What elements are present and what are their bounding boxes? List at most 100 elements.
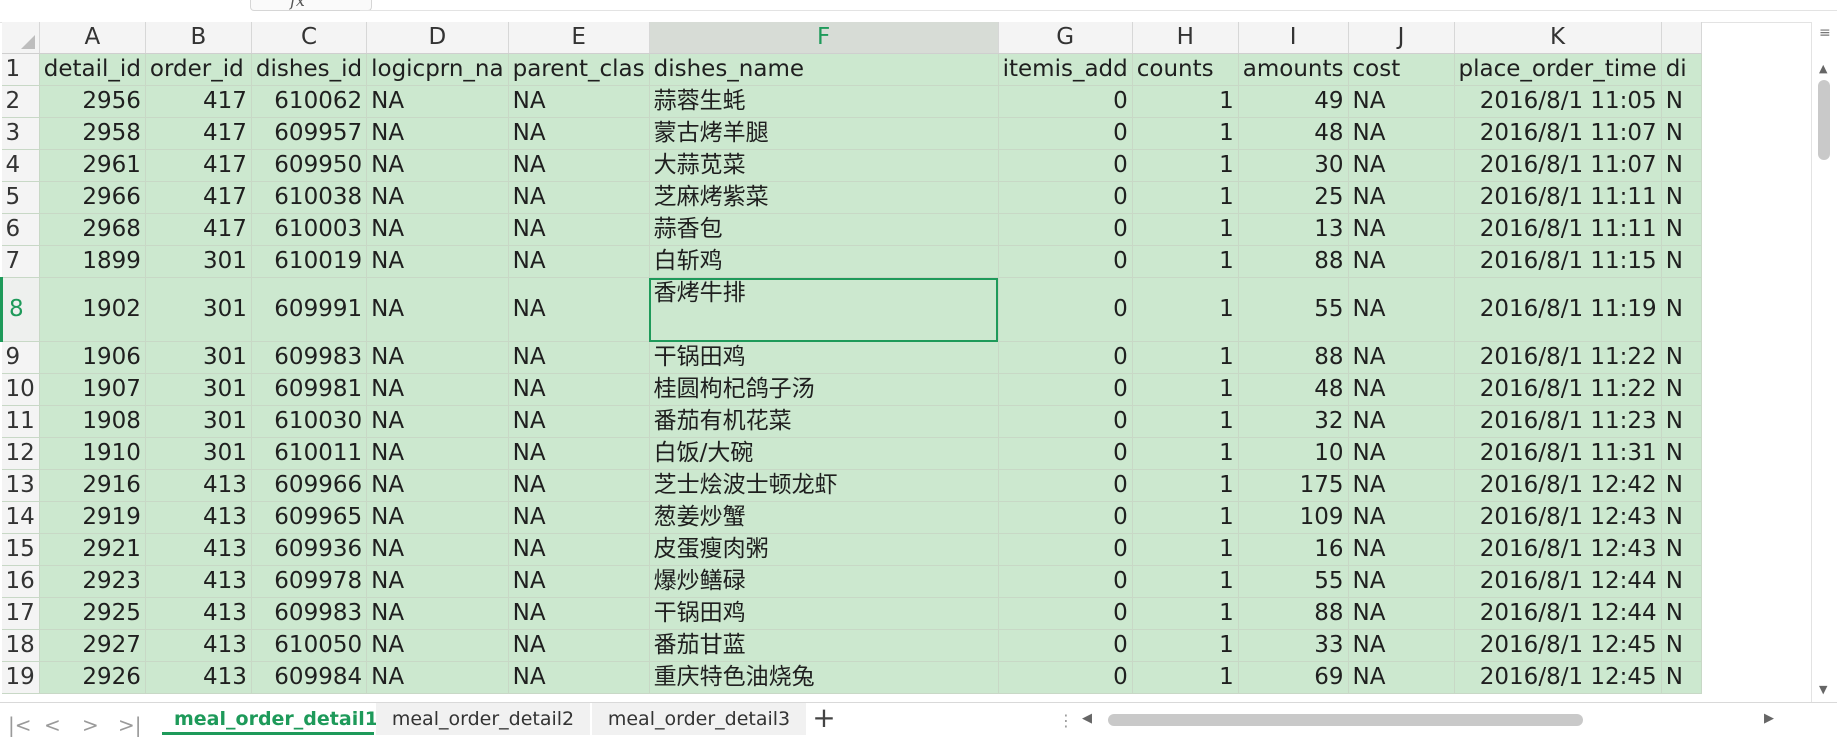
cost-cell[interactable]: NA xyxy=(1348,149,1455,182)
cost-cell[interactable]: NA xyxy=(1348,405,1455,438)
parent-class-cell[interactable]: NA xyxy=(508,341,650,374)
order-id-cell[interactable]: 413 xyxy=(145,661,252,694)
dishes-name-cell[interactable]: 爆炒鳝碌 xyxy=(649,565,999,598)
amounts-cell[interactable]: 32 xyxy=(1238,405,1349,438)
cost-cell[interactable]: NA xyxy=(1348,117,1455,150)
dishes-id-cell[interactable]: 609965 xyxy=(251,501,368,534)
row-header[interactable]: 4 xyxy=(1,149,40,182)
order-time-cell[interactable]: 2016/8/1 12:44 xyxy=(1454,597,1662,630)
column-letter[interactable]: D xyxy=(366,22,509,54)
counts-cell[interactable]: 1 xyxy=(1132,469,1239,502)
dishes-name-cell[interactable]: 桂圆枸杞鸽子汤 xyxy=(649,373,999,406)
order-time-cell[interactable]: 2016/8/1 11:15 xyxy=(1454,245,1662,278)
dishes-name-cell[interactable]: 芝士烩波士顿龙虾 xyxy=(649,469,999,502)
counts-cell[interactable]: 1 xyxy=(1132,245,1239,278)
parent-class-cell[interactable]: NA xyxy=(508,629,650,662)
amounts-cell[interactable]: 55 xyxy=(1238,277,1349,342)
itemis-add-cell[interactable]: 0 xyxy=(998,277,1133,342)
parent-class-cell[interactable]: NA xyxy=(508,149,650,182)
itemis-add-cell[interactable]: 0 xyxy=(998,629,1133,662)
dishes-name-cell[interactable]: 葱姜炒蟹 xyxy=(649,501,999,534)
truncated-cell[interactable]: N xyxy=(1661,149,1702,182)
dishes-name-cell[interactable]: 干锅田鸡 xyxy=(649,341,999,374)
cost-cell[interactable]: NA xyxy=(1348,533,1455,566)
order-time-cell[interactable]: 2016/8/1 11:11 xyxy=(1454,213,1662,246)
counts-cell[interactable]: 1 xyxy=(1132,117,1239,150)
itemis-add-cell[interactable]: 0 xyxy=(998,245,1133,278)
cost-cell[interactable]: NA xyxy=(1348,501,1455,534)
truncated-cell[interactable]: N xyxy=(1661,341,1702,374)
dishes-id-cell[interactable]: 609950 xyxy=(251,149,368,182)
logicprn-cell[interactable]: NA xyxy=(366,437,509,470)
counts-cell[interactable]: 1 xyxy=(1132,341,1239,374)
row-header[interactable]: 16 xyxy=(1,565,40,598)
cost-cell[interactable]: NA xyxy=(1348,469,1455,502)
truncated-cell[interactable]: N xyxy=(1661,405,1702,438)
parent-class-cell[interactable]: NA xyxy=(508,213,650,246)
field-name-cell[interactable]: counts xyxy=(1132,53,1239,86)
logicprn-cell[interactable]: NA xyxy=(366,565,509,598)
truncated-cell[interactable]: N xyxy=(1661,85,1702,118)
detail-id-cell[interactable]: 2921 xyxy=(39,533,146,566)
order-id-cell[interactable]: 301 xyxy=(145,437,252,470)
dishes-id-cell[interactable]: 610003 xyxy=(251,213,368,246)
row-header[interactable]: 9 xyxy=(1,341,40,374)
dishes-name-cell[interactable]: 蒜香包 xyxy=(649,213,999,246)
dishes-name-cell[interactable]: 番茄有机花菜 xyxy=(649,405,999,438)
parent-class-cell[interactable]: NA xyxy=(508,533,650,566)
dishes-id-cell[interactable]: 609984 xyxy=(251,661,368,694)
counts-cell[interactable]: 1 xyxy=(1132,565,1239,598)
horizontal-scroll-thumb[interactable] xyxy=(1108,714,1583,726)
row-header[interactable]: 17 xyxy=(1,597,40,630)
tab-meal-order-detail2[interactable]: meal_order_detail2 xyxy=(376,703,590,735)
order-time-cell[interactable]: 2016/8/1 12:44 xyxy=(1454,565,1662,598)
amounts-cell[interactable]: 49 xyxy=(1238,85,1349,118)
fx-icon[interactable]: fx xyxy=(290,0,305,10)
column-letter[interactable]: F xyxy=(649,22,999,54)
logicprn-cell[interactable]: NA xyxy=(366,181,509,214)
parent-class-cell[interactable]: NA xyxy=(508,245,650,278)
detail-id-cell[interactable]: 1906 xyxy=(39,341,146,374)
row-header[interactable]: 5 xyxy=(1,181,40,214)
order-id-cell[interactable]: 417 xyxy=(145,213,252,246)
parent-class-cell[interactable]: NA xyxy=(508,85,650,118)
itemis-add-cell[interactable]: 0 xyxy=(998,533,1133,566)
select-all-corner[interactable] xyxy=(1,22,40,54)
parent-class-cell[interactable]: NA xyxy=(508,117,650,150)
cost-cell[interactable]: NA xyxy=(1348,565,1455,598)
parent-class-cell[interactable]: NA xyxy=(508,277,650,342)
split-handle-icon[interactable]: ⋮ xyxy=(1058,711,1074,730)
dishes-name-cell[interactable]: 芝麻烤紫菜 xyxy=(649,181,999,214)
itemis-add-cell[interactable]: 0 xyxy=(998,437,1133,470)
counts-cell[interactable]: 1 xyxy=(1132,181,1239,214)
parent-class-cell[interactable]: NA xyxy=(508,501,650,534)
parent-class-cell[interactable]: NA xyxy=(508,469,650,502)
cost-cell[interactable]: NA xyxy=(1348,437,1455,470)
parent-class-cell[interactable]: NA xyxy=(508,661,650,694)
scroll-down-icon[interactable]: ▼ xyxy=(1819,683,1827,696)
dishes-name-cell[interactable]: 干锅田鸡 xyxy=(649,597,999,630)
truncated-cell[interactable]: N xyxy=(1661,533,1702,566)
counts-cell[interactable]: 1 xyxy=(1132,277,1239,342)
itemis-add-cell[interactable]: 0 xyxy=(998,149,1133,182)
amounts-cell[interactable]: 48 xyxy=(1238,117,1349,150)
tab-meal-order-detail3[interactable]: meal_order_detail3 xyxy=(592,703,806,735)
truncated-cell[interactable]: N xyxy=(1661,565,1702,598)
field-name-cell[interactable]: amounts xyxy=(1238,53,1349,86)
dishes-id-cell[interactable]: 610019 xyxy=(251,245,368,278)
column-letter[interactable] xyxy=(1661,22,1702,54)
dishes-id-cell[interactable]: 609966 xyxy=(251,469,368,502)
detail-id-cell[interactable]: 2968 xyxy=(39,213,146,246)
dishes-name-cell[interactable]: 重庆特色油烧兔 xyxy=(649,661,999,694)
tab-meal-order-detail1[interactable]: meal_order_detail1 xyxy=(162,703,378,735)
amounts-cell[interactable]: 13 xyxy=(1238,213,1349,246)
detail-id-cell[interactable]: 2925 xyxy=(39,597,146,630)
dishes-name-cell[interactable]: 蒜蓉生蚝 xyxy=(649,85,999,118)
counts-cell[interactable]: 1 xyxy=(1132,85,1239,118)
counts-cell[interactable]: 1 xyxy=(1132,149,1239,182)
detail-id-cell[interactable]: 2958 xyxy=(39,117,146,150)
order-time-cell[interactable]: 2016/8/1 12:43 xyxy=(1454,501,1662,534)
dishes-id-cell[interactable]: 609991 xyxy=(251,277,368,342)
logicprn-cell[interactable]: NA xyxy=(366,341,509,374)
amounts-cell[interactable]: 88 xyxy=(1238,341,1349,374)
